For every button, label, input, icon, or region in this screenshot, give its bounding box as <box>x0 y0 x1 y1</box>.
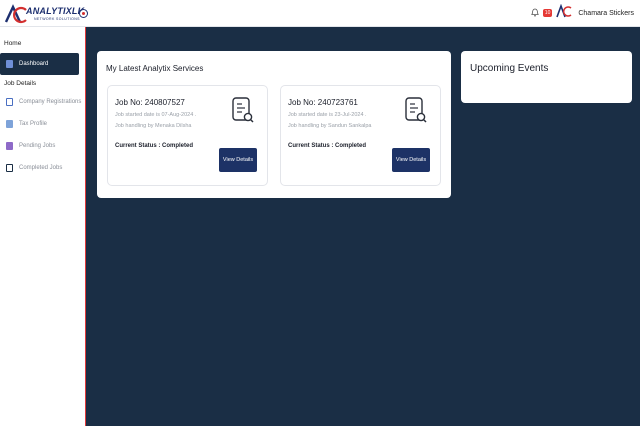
services-title: My Latest Analytix Services <box>106 64 204 73</box>
logo-badge-icon <box>79 9 88 18</box>
job-card: Job No: 240807527 Job started date is 07… <box>107 85 268 186</box>
document-search-icon <box>405 97 427 123</box>
document-search-icon <box>232 97 254 123</box>
tax-profile-icon <box>6 120 13 128</box>
notification-count-badge[interactable]: 10 <box>542 9 553 17</box>
upcoming-events-panel: Upcoming Events <box>461 51 632 103</box>
sidebar-item-pending-jobs[interactable]: Pending Jobs <box>0 135 85 157</box>
view-details-button[interactable]: View Details <box>392 148 430 172</box>
top-bar: ANALYTIXLK NETWORK SOLUTIONS 10 Chamara … <box>0 0 640 27</box>
job-card: Job No: 240723761 Job started date is 23… <box>280 85 441 186</box>
sidebar-item-company-registrations[interactable]: Company Registrations <box>0 91 85 113</box>
dashboard-icon <box>6 60 13 68</box>
job-number: Job No: 240723761 <box>288 98 358 107</box>
view-details-button[interactable]: View Details <box>219 148 257 172</box>
job-status: Current Status : Completed <box>115 143 194 149</box>
header-actions: 10 Chamara Stickers <box>530 3 634 23</box>
latest-services-panel: My Latest Analytix Services Job No: 2408… <box>97 51 451 198</box>
user-name[interactable]: Chamara Stickers <box>578 10 634 17</box>
job-number: Job No: 240807527 <box>115 98 185 107</box>
sidebar-item-label: Dashboard <box>19 61 49 67</box>
sidebar-item-label: Tax Profile <box>19 121 48 127</box>
job-start-date: Job started date is 07-Aug-2024 . <box>115 112 197 118</box>
sidebar-section-job-details: Job Details <box>4 80 37 87</box>
job-start-date: Job started date is 23-Jul-2024 . <box>288 112 367 118</box>
sidebar-item-tax-profile[interactable]: Tax Profile <box>0 113 85 135</box>
job-status: Current Status : Completed <box>288 143 367 149</box>
sidebar-home-link[interactable]: Home <box>0 37 85 51</box>
sidebar-item-label: Pending Jobs <box>19 143 56 149</box>
completed-jobs-icon <box>6 164 13 172</box>
pending-jobs-icon <box>6 142 13 150</box>
sidebar-item-completed-jobs[interactable]: Completed Jobs <box>0 157 85 179</box>
user-avatar-icon[interactable] <box>556 3 572 23</box>
sidebar-item-label: Company Registrations <box>19 99 82 105</box>
registrations-icon <box>6 98 13 106</box>
job-handler: Job handling by Sandun Sankalpa <box>288 123 372 129</box>
sidebar-item-label: Completed Jobs <box>19 165 63 171</box>
brand-name: ANALYTIXLK <box>26 6 85 16</box>
sidebar: Home Dashboard Job Details Company Regis… <box>0 27 86 426</box>
events-title: Upcoming Events <box>470 63 549 74</box>
sidebar-item-dashboard[interactable]: Dashboard <box>0 53 79 75</box>
bell-icon[interactable] <box>530 4 539 22</box>
brand-tagline: NETWORK SOLUTIONS <box>34 17 80 21</box>
job-handler: Job handling by Menaka Dilsha <box>115 123 192 129</box>
